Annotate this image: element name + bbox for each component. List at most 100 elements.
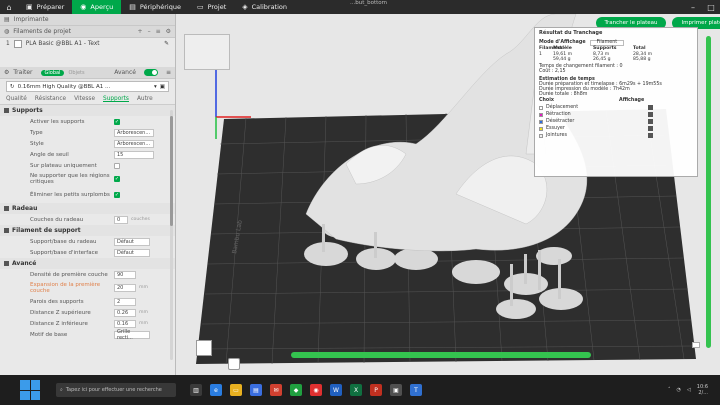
first-expansion-input[interactable]: 20 — [114, 284, 136, 292]
advanced-toggle[interactable] — [143, 69, 158, 76]
tab-other[interactable]: Autre — [137, 96, 153, 102]
legend-visibility-toggle[interactable] — [648, 112, 653, 117]
support-style-select[interactable]: Arborescen... — [114, 139, 154, 148]
base-pattern-select[interactable]: Grille recti... — [114, 329, 150, 341]
slicing-result-panel: Résultat du Tranchage Mode d'Affichage F… — [534, 27, 698, 177]
tab-project[interactable]: ▭ Projet — [189, 0, 234, 14]
list-icon[interactable]: ≡ — [156, 28, 161, 35]
filament-usage-table: Filament Modèle Supports Total 1 19,61 m… — [539, 46, 693, 64]
slider-grip-icon[interactable] — [692, 342, 700, 348]
edit-icon[interactable]: ✎ — [164, 41, 169, 47]
process-tabs: Qualité Résistance Vitesse Supports Autr… — [0, 94, 175, 105]
view-cube-icon[interactable] — [196, 340, 212, 356]
edge-icon[interactable]: e — [210, 384, 222, 396]
teams-icon[interactable]: T — [410, 384, 422, 396]
section-icon — [4, 261, 9, 266]
tab-supports[interactable]: Supports — [103, 96, 129, 102]
tab-speed[interactable]: Vitesse — [74, 96, 95, 102]
chrome-icon[interactable]: ◉ — [310, 384, 322, 396]
threshold-input[interactable]: 15 — [114, 150, 154, 159]
save-icon[interactable]: ▣ — [160, 84, 165, 90]
bottom-z-input[interactable]: 0.16 — [114, 319, 136, 328]
section-icon — [4, 108, 9, 113]
tab-strength[interactable]: Résistance — [35, 96, 66, 102]
section-title: Avancé — [12, 260, 37, 267]
option-label: Support/base du radeau — [30, 238, 97, 245]
layer-height-slider[interactable] — [706, 36, 711, 348]
plate-thumbnail[interactable] — [184, 34, 230, 70]
support-base-select[interactable]: Défaut — [114, 237, 150, 246]
global-pill[interactable]: Global — [40, 69, 65, 76]
bambu-studio-icon[interactable]: ◆ — [290, 384, 302, 396]
wall-loops-input[interactable]: 2 — [114, 297, 136, 306]
option-label: Angle de seuil — [30, 151, 69, 158]
add-icon[interactable]: + — [138, 28, 143, 35]
printer-section-header[interactable]: ▤ Imprimante — [0, 14, 175, 26]
filament-item[interactable]: 1 PLA Basic @BBL A1 - Text ✎ — [0, 38, 175, 49]
windows-start-icon[interactable] — [20, 380, 40, 400]
first-density-input[interactable]: 90 — [114, 270, 136, 279]
process-preset-select[interactable]: ↻ 0.16mm High Quality @BBL A1 ... ▾ ▣ — [6, 81, 169, 92]
legend-visibility-toggle[interactable] — [648, 133, 653, 138]
tab-calibration[interactable]: ◈ Calibration — [234, 0, 295, 14]
taskbar-search[interactable]: ⌕ Tapez ici pour effectuer une recherche — [56, 383, 176, 397]
tab-quality[interactable]: Qualité — [6, 96, 27, 102]
enable-supports-checkbox[interactable]: ✓ — [114, 118, 120, 125]
top-z-input[interactable]: 0.26 — [114, 308, 136, 317]
list-icon[interactable]: ≡ — [166, 69, 171, 76]
on-plate-checkbox[interactable] — [114, 162, 120, 169]
maximize-icon[interactable]: □ — [702, 0, 720, 14]
mail-icon[interactable]: ✉ — [270, 384, 282, 396]
excel-icon[interactable]: X — [350, 384, 362, 396]
top-toolbar: ⌂ ▣ Préparer ◉ Aperçu ▤ Périphérique ▭ Proje… — [0, 0, 720, 14]
app-icon[interactable]: ▣ — [390, 384, 402, 396]
store-icon[interactable]: ▤ — [250, 384, 262, 396]
visibility-icon[interactable] — [228, 358, 240, 370]
legend-label: Jointures — [546, 133, 567, 138]
objects-pill[interactable]: Objets — [68, 70, 84, 76]
word-icon[interactable]: W — [330, 384, 342, 396]
sidebar-scrollbar[interactable] — [170, 110, 173, 360]
powerpoint-icon[interactable]: P — [370, 384, 382, 396]
printer-icon: ▤ — [4, 16, 10, 23]
search-icon: ⌕ — [60, 387, 63, 393]
tab-preview[interactable]: ◉ Aperçu — [72, 0, 122, 14]
tab-label: Préparer — [36, 3, 65, 11]
settings-icon[interactable]: ⚙ — [166, 28, 171, 35]
critical-checkbox[interactable]: ✓ — [114, 176, 120, 182]
network-icon[interactable]: ◔ — [677, 387, 681, 393]
file-explorer-icon[interactable]: ▭ — [230, 384, 242, 396]
chevron-down-icon: ▾ — [154, 83, 157, 90]
volume-icon[interactable]: ◁ — [687, 387, 691, 393]
home-icon[interactable]: ⌂ — [0, 0, 18, 14]
layer-progress-slider[interactable] — [291, 352, 591, 358]
tab-device[interactable]: ▤ Périphérique — [121, 0, 189, 14]
display-mode-select[interactable]: Filament — [589, 39, 625, 46]
legend-visibility-toggle[interactable] — [648, 119, 653, 124]
legend-visibility-toggle[interactable] — [648, 126, 653, 131]
task-view-icon[interactable]: ▥ — [190, 384, 202, 396]
legend-label: Rétraction — [546, 112, 571, 117]
tab-prepare[interactable]: ▣ Préparer — [18, 0, 72, 14]
legend-item: Rétraction — [539, 111, 693, 118]
remove-small-checkbox[interactable]: ✓ — [114, 192, 120, 198]
option-label: Support/base d'interface — [30, 249, 98, 256]
scrollbar-thumb[interactable] — [170, 116, 173, 226]
support-type-select[interactable]: Arborescen... — [114, 128, 154, 137]
legend-swatch — [539, 105, 543, 110]
chevron-up-icon[interactable]: ˄ — [668, 387, 671, 393]
raft-layers-input[interactable]: 0 — [114, 215, 128, 224]
remove-icon[interactable]: – — [148, 28, 151, 35]
system-tray: ˄ ◔ ◁ 10:6 2/... — [668, 384, 708, 396]
critical-row: Ne supporter que les régions critiques ✓ — [0, 171, 175, 187]
legend-visibility-toggle[interactable] — [648, 105, 653, 110]
filament-section-header[interactable]: ◍ Filaments de projet + – ≡ ⚙ — [0, 26, 175, 38]
clock[interactable]: 10:6 2/... — [697, 384, 708, 396]
support-interface-select[interactable]: Défaut — [114, 248, 150, 257]
3d-viewport[interactable]: Bambu Lab Trancher le plateau Imprimer p… — [176, 14, 720, 375]
legend-swatch — [539, 112, 543, 117]
minimize-icon[interactable]: – — [684, 0, 702, 14]
option-label: Motif de base — [30, 331, 68, 338]
filament-color-swatch[interactable] — [13, 39, 22, 48]
